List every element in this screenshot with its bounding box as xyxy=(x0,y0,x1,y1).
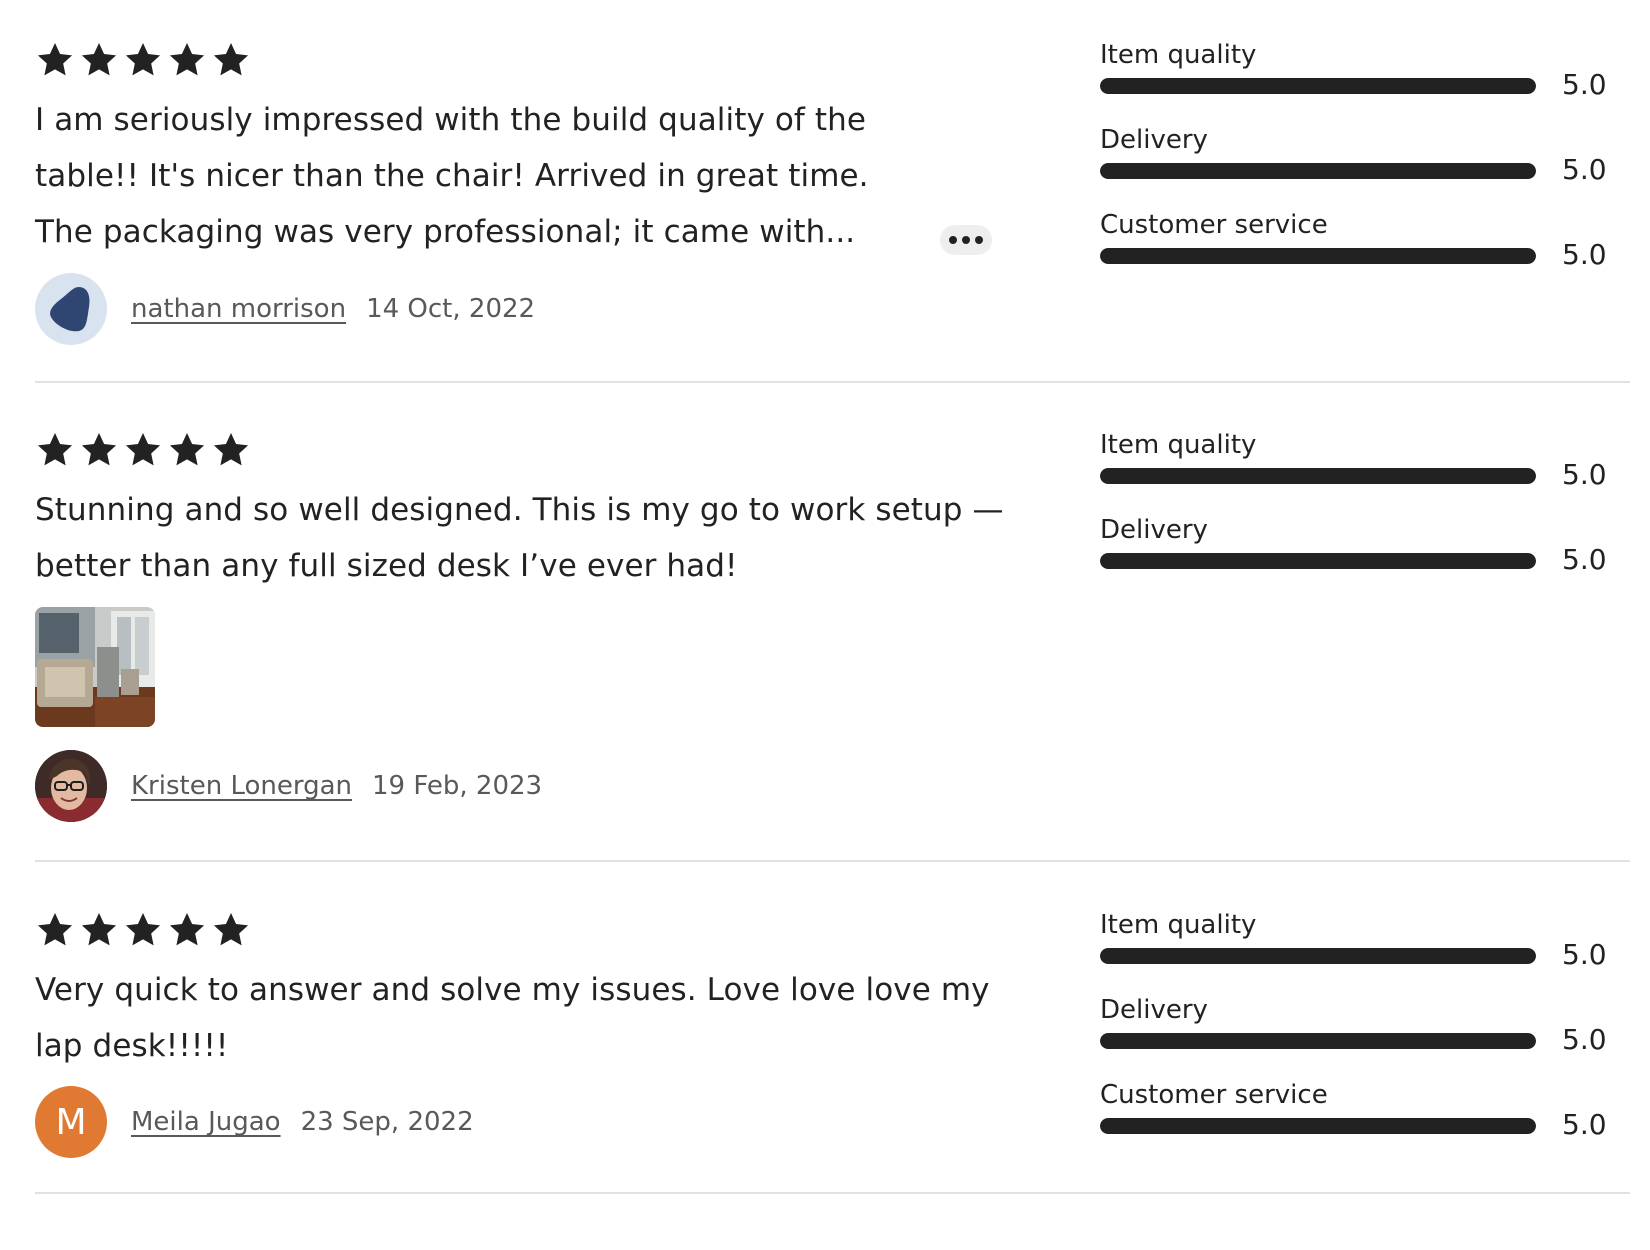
avatar[interactable] xyxy=(35,273,107,345)
rating-value: 5.0 xyxy=(1562,458,1607,491)
rating-value: 5.0 xyxy=(1562,1108,1607,1141)
star-icon xyxy=(81,913,117,946)
avatar[interactable] xyxy=(35,750,107,822)
rating-label: Item quality xyxy=(1100,430,1257,460)
rating-row: Customer service 5.0 xyxy=(1100,1080,1630,1165)
star-icon xyxy=(169,433,205,466)
rating-label: Customer service xyxy=(1100,1080,1328,1110)
dot xyxy=(949,236,957,244)
rating-bar xyxy=(1100,78,1536,94)
review-date: 14 Oct, 2022 xyxy=(366,294,536,324)
rating-row: Item quality 5.0 xyxy=(1100,910,1630,995)
rating-breakdown: Item quality 5.0 Delivery 5.0 Customer s… xyxy=(1100,40,1630,295)
rating-breakdown: Item quality 5.0 Delivery 5.0 xyxy=(1100,430,1630,600)
review-divider xyxy=(35,1192,1630,1194)
rating-bar xyxy=(1100,948,1536,964)
rating-bar-fill xyxy=(1100,468,1536,484)
star-icon xyxy=(213,43,249,76)
star-icon xyxy=(213,433,249,466)
review-byline: nathan morrison 14 Oct, 2022 xyxy=(35,273,535,345)
star-icon xyxy=(213,913,249,946)
rating-bar-fill xyxy=(1100,248,1536,264)
star-icon xyxy=(37,913,73,946)
abstract-shape-icon xyxy=(50,287,90,332)
author-link[interactable]: Meila Jugao xyxy=(131,1107,281,1137)
rating-bar xyxy=(1100,163,1536,179)
star-icon xyxy=(125,43,161,76)
rating-label: Item quality xyxy=(1100,910,1257,940)
profile-photo-image xyxy=(35,750,107,822)
star-icon xyxy=(81,43,117,76)
review-text: I am seriously impressed with the build … xyxy=(35,102,869,250)
rating-bar-fill xyxy=(1100,1033,1536,1049)
rating-bar-fill xyxy=(1100,948,1536,964)
star-icon xyxy=(125,913,161,946)
rating-row: Item quality 5.0 xyxy=(1100,40,1630,125)
star-icon xyxy=(37,43,73,76)
rating-bar xyxy=(1100,553,1536,569)
rating-bar-fill xyxy=(1100,78,1536,94)
more-options-button[interactable] xyxy=(940,225,992,255)
author-link[interactable]: nathan morrison xyxy=(131,294,346,324)
review-text: Stunning and so well designed. This is m… xyxy=(35,492,1004,584)
rating-bar xyxy=(1100,248,1536,264)
avatar-initial: M xyxy=(55,1101,87,1143)
star-rating xyxy=(35,40,251,80)
dot xyxy=(975,236,983,244)
review-text: Very quick to answer and solve my issues… xyxy=(35,972,990,1064)
avatar[interactable]: M xyxy=(35,1086,107,1158)
star-icon xyxy=(169,43,205,76)
star-rating xyxy=(35,910,251,950)
rating-bar-fill xyxy=(1100,163,1536,179)
rating-value: 5.0 xyxy=(1562,1023,1607,1056)
rating-label: Customer service xyxy=(1100,210,1328,240)
dot xyxy=(962,236,970,244)
rating-row: Item quality 5.0 xyxy=(1100,430,1630,515)
rating-row: Delivery 5.0 xyxy=(1100,125,1630,210)
rating-bar xyxy=(1100,468,1536,484)
rating-bar-fill xyxy=(1100,1118,1536,1134)
room-photo-image xyxy=(35,607,155,727)
rating-label: Delivery xyxy=(1100,515,1208,545)
review-date: 19 Feb, 2023 xyxy=(372,771,543,801)
star-icon xyxy=(169,913,205,946)
review-byline: M Meila Jugao 23 Sep, 2022 xyxy=(35,1086,474,1158)
rating-row: Delivery 5.0 xyxy=(1100,995,1630,1080)
rating-label: Item quality xyxy=(1100,40,1257,70)
rating-bar-fill xyxy=(1100,553,1536,569)
review-card: Very quick to answer and solve my issues… xyxy=(35,862,1630,1192)
review-byline: Kristen Lonergan 19 Feb, 2023 xyxy=(35,750,542,822)
review-card: I am seriously impressed with the build … xyxy=(35,0,1630,380)
rating-value: 5.0 xyxy=(1562,938,1607,971)
review-photo[interactable] xyxy=(35,607,155,727)
rating-breakdown: Item quality 5.0 Delivery 5.0 Customer s… xyxy=(1100,910,1630,1165)
rating-value: 5.0 xyxy=(1562,68,1607,101)
rating-row: Delivery 5.0 xyxy=(1100,515,1630,600)
rating-value: 5.0 xyxy=(1562,238,1607,271)
rating-bar xyxy=(1100,1118,1536,1134)
rating-bar xyxy=(1100,1033,1536,1049)
rating-label: Delivery xyxy=(1100,125,1208,155)
star-icon xyxy=(125,433,161,466)
rating-value: 5.0 xyxy=(1562,543,1607,576)
rating-label: Delivery xyxy=(1100,995,1208,1025)
review-card: Stunning and so well designed. This is m… xyxy=(35,383,1630,861)
star-rating xyxy=(35,430,251,470)
review-date: 23 Sep, 2022 xyxy=(300,1107,474,1137)
star-icon xyxy=(81,433,117,466)
star-icon xyxy=(37,433,73,466)
rating-row: Customer service 5.0 xyxy=(1100,210,1630,295)
author-link[interactable]: Kristen Lonergan xyxy=(131,771,352,801)
rating-value: 5.0 xyxy=(1562,153,1607,186)
